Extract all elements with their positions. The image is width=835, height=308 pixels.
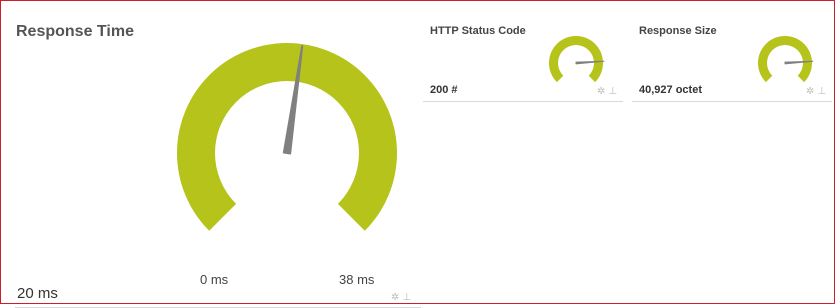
panel-tools: ✲ ⊥ (391, 293, 411, 303)
gauge-max-label: 38 ms (339, 272, 375, 287)
response-size-gauge (758, 36, 814, 83)
panel-divider (632, 101, 832, 102)
panel-divider (423, 101, 623, 102)
gear-icon[interactable]: ✲ (391, 293, 399, 303)
gauge-arc (549, 36, 603, 83)
panel-tools: ✲ ⊥ (806, 87, 826, 97)
response-time-gauge (177, 42, 397, 231)
gauge-min-label: 0 ms (200, 272, 229, 287)
gear-icon[interactable]: ✲ (597, 87, 605, 97)
panel-tools: ✲ ⊥ (597, 87, 617, 97)
http-status-value: 200 # (430, 84, 458, 96)
gear-icon[interactable]: ✲ (806, 87, 814, 97)
http-status-title: HTTP Status Code (430, 25, 526, 37)
response-time-title: Response Time (16, 23, 134, 40)
response-time-panel: Response Time 0 ms 38 ms 20 ms ✲ ⊥ (7, 10, 421, 308)
http-status-gauge (549, 36, 605, 83)
response-size-title: Response Size (639, 25, 717, 37)
pin-icon[interactable]: ⊥ (817, 87, 826, 97)
gauge-arc (758, 36, 812, 83)
pin-icon[interactable]: ⊥ (608, 87, 617, 97)
response-size-panel: Response Size 40,927 octet ✲ ⊥ (632, 18, 832, 108)
response-size-value: 40,927 octet (639, 84, 702, 96)
pin-icon[interactable]: ⊥ (402, 293, 411, 303)
http-status-panel: HTTP Status Code 200 # ✲ ⊥ (423, 18, 623, 108)
response-time-value: 20 ms (17, 285, 58, 302)
